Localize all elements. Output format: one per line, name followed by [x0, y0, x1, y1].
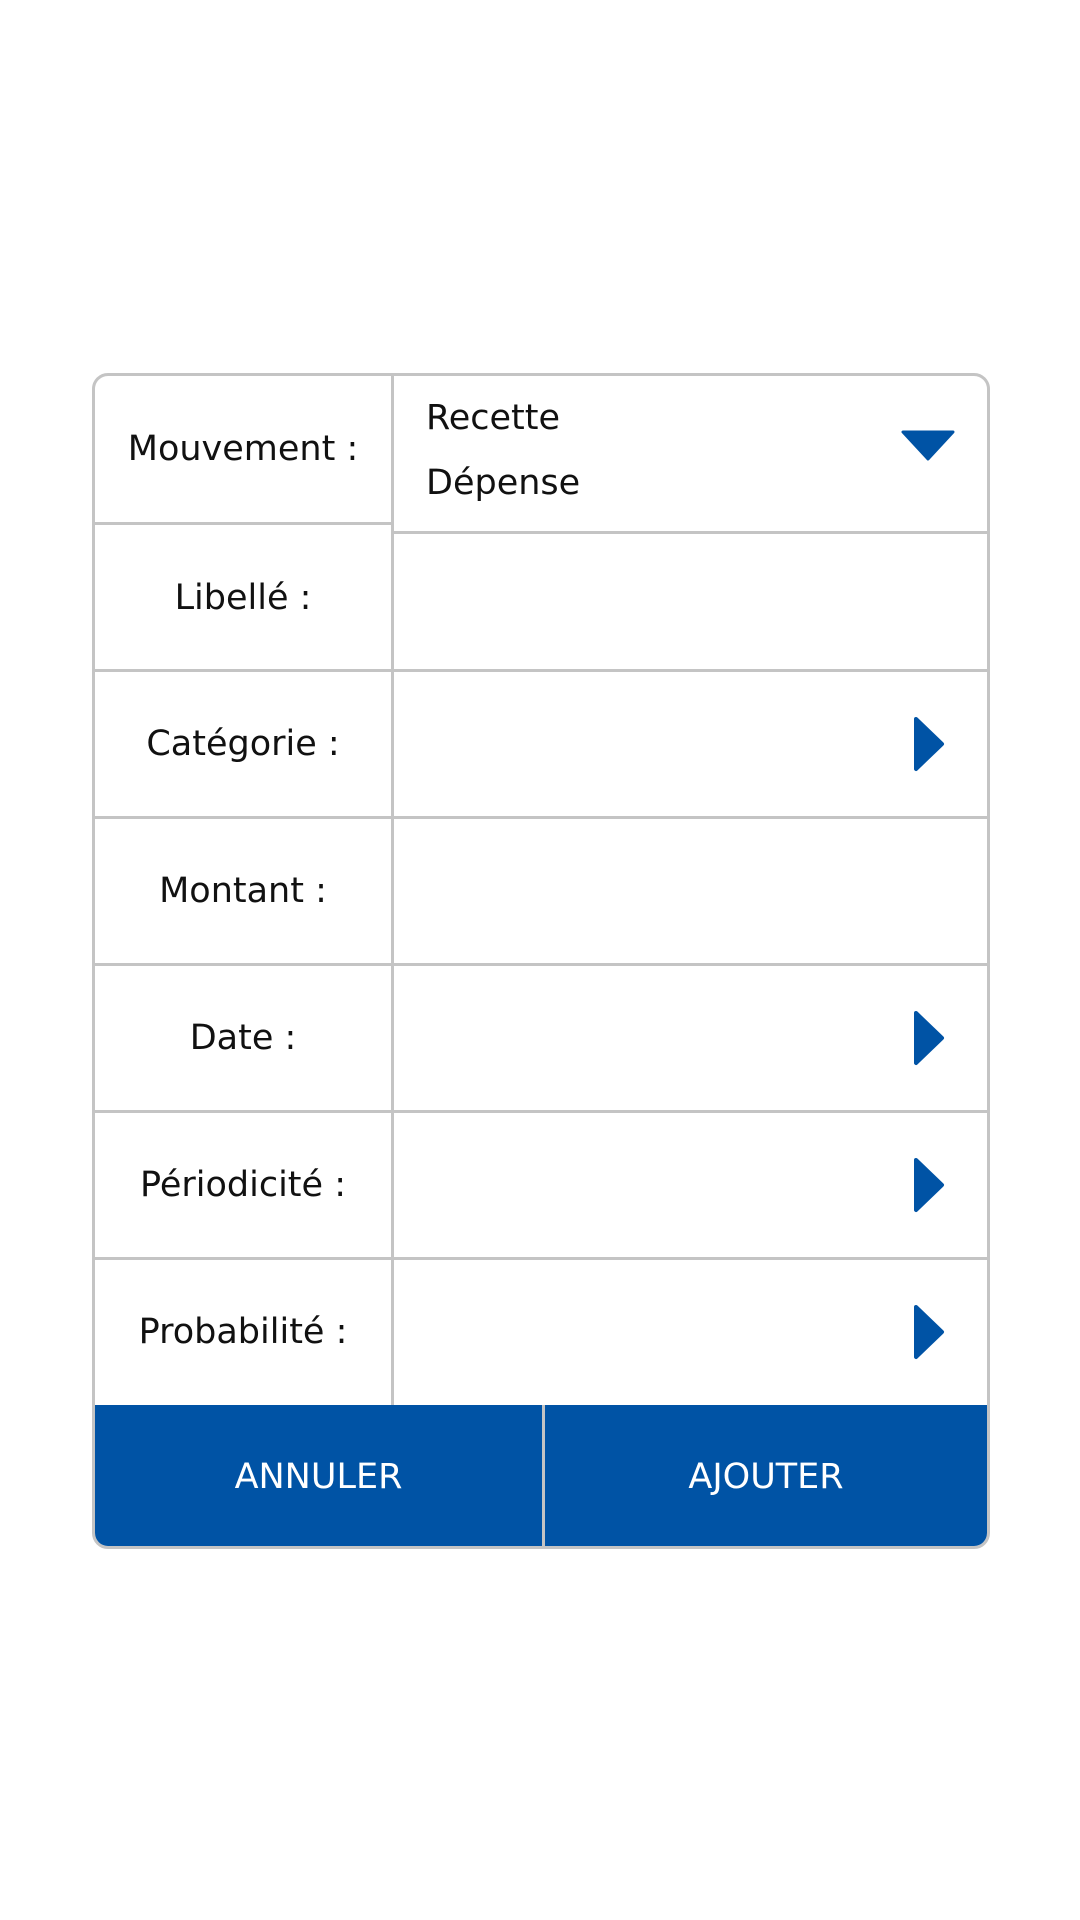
add-button[interactable]: AJOUTER — [545, 1405, 987, 1546]
cancel-button[interactable]: ANNULER — [95, 1405, 542, 1546]
label-mouvement: Mouvement : — [127, 429, 359, 469]
label-date: Date : — [189, 1018, 297, 1058]
label-periodicite: Périodicité : — [139, 1165, 346, 1205]
button-bar: ANNULER AJOUTER — [95, 1405, 987, 1546]
label-column: Mouvement : Libellé : Catégorie : Montan… — [95, 376, 394, 1405]
chevron-right-icon[interactable] — [913, 1304, 945, 1360]
mouvement-options: Recette Dépense — [426, 386, 580, 516]
label-libelle: Libellé : — [174, 578, 312, 618]
chevron-right-icon[interactable] — [913, 1010, 945, 1066]
libelle-input[interactable] — [394, 534, 987, 669]
chevron-down-icon[interactable] — [901, 430, 955, 462]
probabilite-field[interactable] — [394, 1260, 987, 1404]
chevron-right-icon[interactable] — [913, 716, 945, 772]
add-movement-dialog: Mouvement : Libellé : Catégorie : Montan… — [92, 373, 990, 1549]
option-recette[interactable]: Recette — [426, 386, 580, 451]
divider — [95, 522, 391, 525]
periodicite-field[interactable] — [394, 1113, 987, 1257]
date-field[interactable] — [394, 966, 987, 1110]
categorie-field[interactable] — [394, 672, 987, 816]
chevron-right-icon[interactable] — [913, 1157, 945, 1213]
label-montant: Montant : — [159, 871, 327, 911]
montant-input[interactable] — [394, 819, 987, 963]
label-categorie: Catégorie : — [146, 724, 340, 764]
label-probabilite: Probabilité : — [138, 1312, 348, 1352]
option-depense[interactable]: Dépense — [426, 451, 580, 516]
